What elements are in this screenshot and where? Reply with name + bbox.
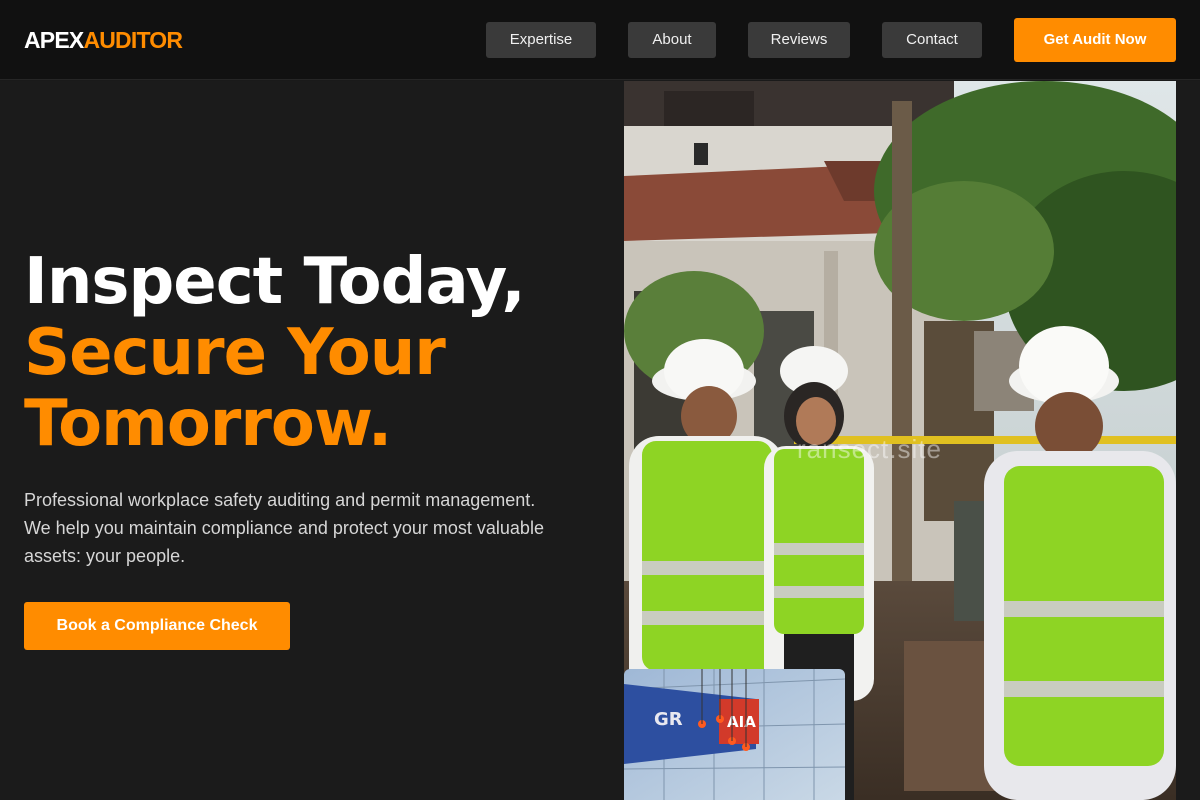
- hero-heading: Inspect Today, Secure Your Tomorrow.: [24, 245, 526, 461]
- photo-watermark: ransect.site: [797, 434, 942, 464]
- logo-text-apex: APEX: [24, 27, 84, 53]
- sign-letters-gr: GR: [654, 709, 683, 730]
- nav-reviews-button[interactable]: Reviews: [748, 22, 850, 58]
- get-audit-now-button[interactable]: Get Audit Now: [1014, 18, 1176, 62]
- logo-text-auditor: AUDITOR: [83, 27, 183, 53]
- hero-description: Professional workplace safety auditing a…: [24, 490, 544, 566]
- book-compliance-check-button[interactable]: Book a Compliance Check: [24, 602, 290, 650]
- hero-heading-line1: Inspect Today,: [24, 245, 526, 319]
- hero-heading-line2: Secure Your: [24, 316, 446, 390]
- nav-expertise-button[interactable]: Expertise: [486, 22, 596, 58]
- nav-contact-button[interactable]: Contact: [882, 22, 982, 58]
- rope-access-workers-photo: GR AIA: [624, 669, 845, 800]
- brand-logo[interactable]: APEXAUDITOR: [24, 26, 183, 54]
- hero-heading-line3: Tomorrow.: [24, 387, 392, 461]
- top-navbar: APEXAUDITOR Expertise About Reviews Cont…: [0, 0, 1200, 80]
- sign-letters-aia: AIA: [727, 713, 756, 731]
- nav-about-button[interactable]: About: [628, 22, 716, 58]
